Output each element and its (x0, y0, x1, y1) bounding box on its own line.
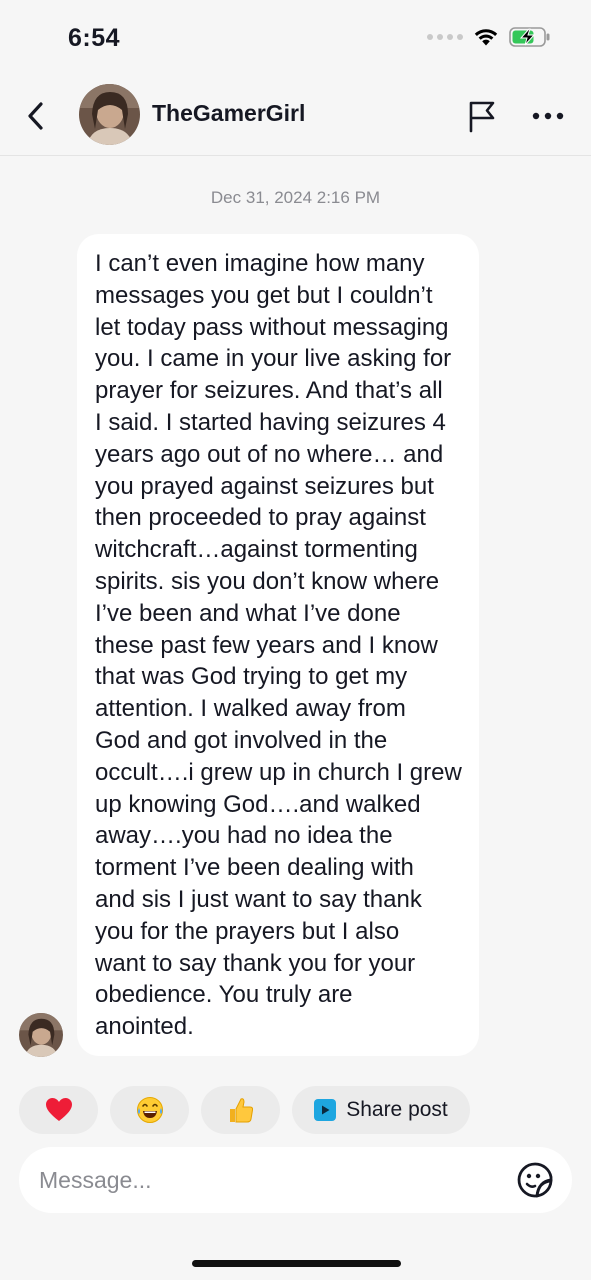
flag-icon (469, 101, 495, 133)
signal-dots-icon (427, 34, 463, 40)
message-line: away….you had no idea the (95, 822, 393, 850)
share-post-button[interactable]: Share post (292, 1086, 470, 1134)
sticker-button[interactable] (516, 1161, 554, 1199)
sender-avatar[interactable] (19, 1013, 63, 1057)
message-line: obedience. You truly are (95, 981, 353, 1009)
message-line: want to say thank you for your (95, 949, 416, 977)
wifi-icon (474, 29, 498, 46)
message-line: up knowing God….and walked (95, 790, 421, 818)
message-line: spirits. sis you don’t know where (95, 567, 440, 595)
more-options-button[interactable] (528, 96, 568, 136)
message-line: that was God trying to get my (95, 663, 408, 691)
share-post-label: Share post (346, 1098, 448, 1121)
heart-emoji (45, 1098, 72, 1121)
heart-emoji-button[interactable] (19, 1086, 98, 1134)
avatar[interactable] (79, 84, 140, 145)
back-chevron-icon (28, 102, 43, 130)
message-line: God and got involved in the (95, 726, 388, 754)
home-indicator (192, 1260, 401, 1267)
message-line: torment I’ve been dealing with (95, 854, 414, 882)
message-line: I said. I started having seizures 4 (95, 408, 446, 436)
message-line: and sis I just want to say thank (95, 885, 422, 913)
laughing-emoji-button[interactable] (110, 1086, 189, 1134)
message-line: you for the prayers but I also (95, 917, 400, 945)
message-line: let today pass without messaging (95, 313, 449, 341)
message-line: occult….i grew up in church I grew (95, 758, 462, 786)
message-line: you prayed against seizures but (95, 472, 434, 500)
sticker-icon (517, 1162, 553, 1198)
message-line: years ago out of no where… and (95, 440, 444, 468)
message-line: messages you get but I couldn’t (95, 281, 433, 309)
message-line: these past few years and I know (95, 631, 438, 659)
username[interactable]: TheGamerGirl (152, 100, 305, 127)
battery-charging-icon (509, 27, 550, 47)
more-horizontal-icon (532, 112, 564, 120)
message-line: witchcraft…against tormenting (95, 536, 418, 564)
status-icons (427, 26, 551, 48)
message-composer (19, 1147, 572, 1213)
thumbs-up-emoji (229, 1098, 253, 1123)
quick-reply-row: Share post (19, 1086, 470, 1134)
message-timestamp: Dec 31, 2024 2:16 PM (210, 188, 381, 207)
share-post-icon (314, 1099, 337, 1121)
laughing-emoji (136, 1097, 163, 1123)
message-line: anointed. (95, 1013, 194, 1041)
back-button[interactable] (18, 96, 54, 136)
message-line: I can’t even imagine how many (95, 250, 425, 277)
chat-header: TheGamerGirl (0, 78, 591, 156)
message-line: then proceeded to pray against (95, 504, 426, 532)
message-input[interactable] (39, 1147, 509, 1213)
message-bubble[interactable]: I can’t even imagine how many messages yo… (77, 234, 479, 1056)
message-line: you. I came in your live asking for (95, 345, 452, 373)
message-line: attention. I walked away from (95, 695, 406, 723)
message-line: I’ve been and what I’ve done (95, 599, 401, 627)
status-time: 6:54 (68, 24, 121, 52)
message-line: prayer for seizures. And that’s all (95, 377, 443, 405)
status-bar: 6:54 (0, 0, 591, 78)
thumbs-up-emoji-button[interactable] (201, 1086, 280, 1134)
report-button[interactable] (462, 96, 502, 136)
